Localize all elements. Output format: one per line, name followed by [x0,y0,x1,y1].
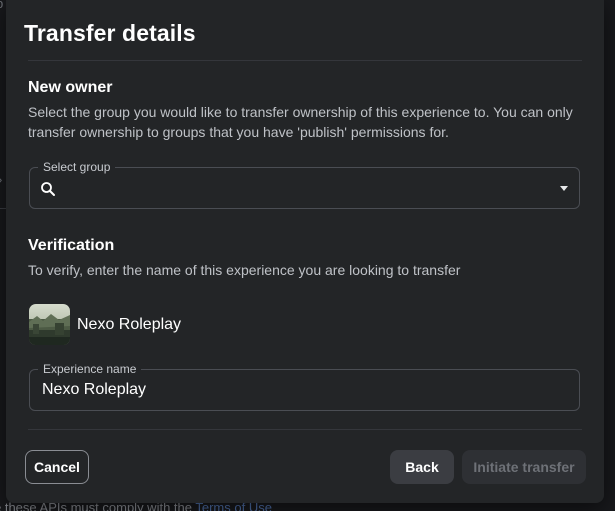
back-button[interactable]: Back [390,450,454,484]
initiate-transfer-button[interactable]: Initiate transfer [462,450,586,484]
select-group-label: Select group [38,159,116,175]
cancel-button[interactable]: Cancel [25,450,89,484]
experience-name-input[interactable] [42,381,562,399]
new-owner-heading: New owner [28,79,113,96]
footer-divider [28,429,582,430]
transfer-details-dialog: Transfer details New owner Select the gr… [6,0,604,503]
experience-name-label: Experience name [38,361,142,377]
experience-name-field[interactable]: Experience name [29,361,580,411]
dialog-title: Transfer details [24,20,196,46]
new-owner-description: Select the group you would like to trans… [28,104,573,140]
experience-thumbnail [29,304,70,345]
select-group-input[interactable] [62,179,542,197]
background-text-fragment: b [0,0,3,11]
background-chevron-icon: › [0,172,2,187]
search-icon [41,182,55,196]
experience-title: Nexo Roleplay [77,316,182,333]
caret-down-icon[interactable] [560,186,568,191]
header-divider [28,60,582,61]
verification-description: To verify, enter the name of this experi… [28,262,461,278]
select-group-dropdown[interactable]: Select group [29,159,580,209]
verification-heading: Verification [28,237,115,254]
